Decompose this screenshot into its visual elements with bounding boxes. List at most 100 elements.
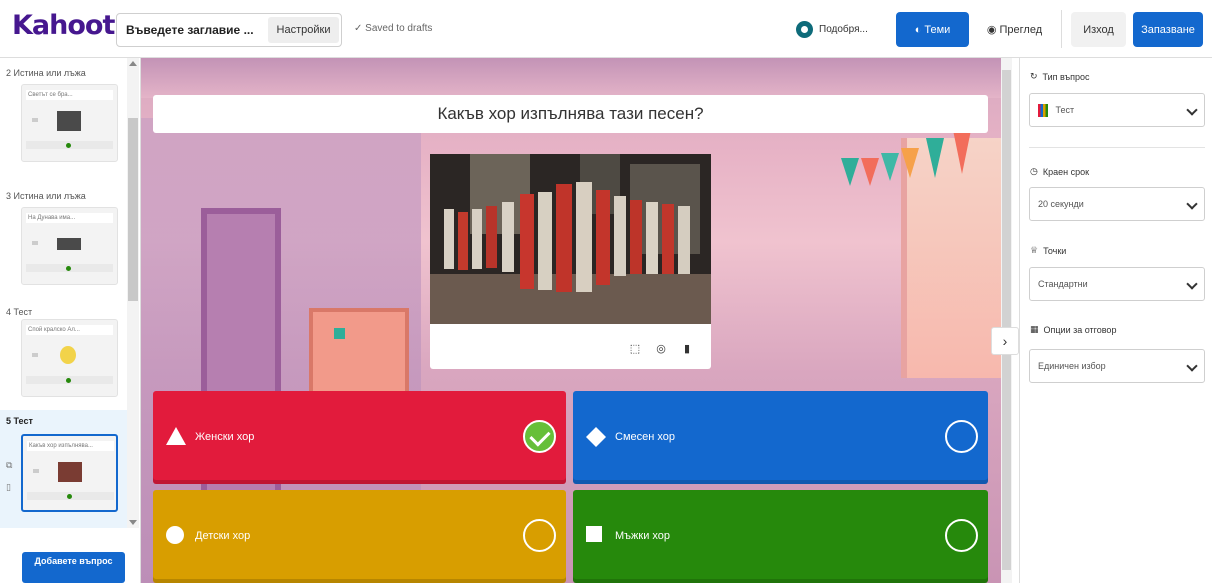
media-card[interactable]: ⬚ ◎ ▮ xyxy=(430,154,711,369)
slide-thumbnail[interactable]: Светът се бра... xyxy=(21,84,118,162)
options-icon: ▦ xyxy=(1030,324,1039,334)
settings-panel: ↻ Тип въпрос Тест ◷ Краен срок 20 секунд… xyxy=(1019,58,1212,583)
answer-options-label: Опции за отговор xyxy=(1043,324,1117,335)
slide-thumbnail[interactable]: Спой кралско Ал... xyxy=(21,319,118,397)
slide-title: 2 Истина или лъжа xyxy=(6,68,86,78)
thumb-dot xyxy=(66,266,71,271)
slide-item[interactable]: 3 Истина или лъжа На Дунава има... xyxy=(0,191,127,309)
background-note xyxy=(334,328,345,339)
slide-item-active[interactable]: 5 Тест ⧉ ▯ Какъв хор изпълнява... xyxy=(0,410,127,528)
media-toolbar: ⬚ ◎ ▮ xyxy=(626,340,696,358)
bunting-flag xyxy=(861,158,879,186)
settings-button[interactable]: Настройки xyxy=(268,17,339,43)
eye-icon: ◉ xyxy=(986,24,997,36)
divider xyxy=(1061,10,1062,48)
thumb-dot xyxy=(66,378,71,383)
points-value: Стандартни xyxy=(1038,279,1088,289)
question-title[interactable]: Какъв хор изпълнява тази песен? xyxy=(153,95,988,133)
thumb-marker xyxy=(33,469,39,473)
clock-icon: ◷ xyxy=(1030,166,1038,176)
slide-thumbnail[interactable]: На Дунава има... xyxy=(21,207,118,285)
answer-4-text[interactable]: Мъжки хор xyxy=(615,530,670,542)
answer-3-text[interactable]: Детски хор xyxy=(195,530,250,542)
points-select[interactable]: Стандартни xyxy=(1029,267,1205,301)
thumb-dot xyxy=(67,494,72,499)
top-bar: Kahoot! Въведете заглавие ... Настройки … xyxy=(0,0,1212,58)
quiz-icon xyxy=(1038,104,1048,118)
thumb-question: На Дунава има... xyxy=(26,213,113,223)
themes-label: Теми xyxy=(924,23,951,36)
answer-options-select[interactable]: Единичен избор xyxy=(1029,349,1205,383)
theme-icon xyxy=(796,20,813,38)
time-limit-select[interactable]: 20 секунди xyxy=(1029,187,1205,221)
answer-1-text[interactable]: Женски хор xyxy=(195,431,254,443)
correct-answer-toggle[interactable] xyxy=(523,420,556,453)
preview-button[interactable]: ◉ Преглед xyxy=(976,12,1053,47)
slide-title: 3 Истина или лъжа xyxy=(6,191,86,201)
answer-options-heading: ▦ Опции за отговор xyxy=(1030,324,1116,335)
add-question-button[interactable]: Добавете въпрос xyxy=(22,552,125,583)
title-input[interactable]: Въведете заглавие ... Настройки xyxy=(116,13,342,47)
thumb-marker xyxy=(32,118,38,122)
points-icon: ♕ xyxy=(1030,245,1039,255)
thumb-question: Светът се бра... xyxy=(26,90,113,100)
canvas-scrollbar[interactable] xyxy=(1001,58,1012,583)
correct-answer-toggle[interactable] xyxy=(945,420,978,453)
thumb-marker xyxy=(32,241,38,245)
palette-icon: ◐ xyxy=(914,23,922,36)
kahoot-logo[interactable]: Kahoot! xyxy=(12,10,127,41)
slide-title: 5 Тест xyxy=(6,416,33,426)
crop-icon[interactable]: ⬚ xyxy=(626,340,644,358)
scroll-down-icon[interactable] xyxy=(129,520,137,525)
bunting-flag xyxy=(841,158,859,186)
time-limit-label: Краен срок xyxy=(1042,166,1090,177)
exit-button[interactable]: Изход xyxy=(1071,12,1126,47)
circle-icon xyxy=(166,526,184,544)
time-limit-value: 20 секунди xyxy=(1038,199,1084,209)
thumb-question: Какъв хор изпълнява... xyxy=(27,441,114,451)
saved-status: ✓ Saved to drafts xyxy=(354,23,433,34)
bunting-flag xyxy=(881,153,899,181)
theme-label: Подобря... xyxy=(819,23,868,35)
themes-button[interactable]: ◐ Теми xyxy=(896,12,969,47)
answer-3[interactable]: Детски хор xyxy=(153,490,566,583)
bunting-flag xyxy=(901,148,919,178)
bunting-flag xyxy=(953,130,971,174)
replace-icon[interactable]: ◎ xyxy=(652,340,670,358)
slide-thumbnail[interactable]: Какъв хор изпълнява... xyxy=(21,434,118,512)
correct-answer-toggle[interactable] xyxy=(945,519,978,552)
sidebar-scrollbar[interactable] xyxy=(127,58,139,528)
slide-item[interactable]: 4 Тест Спой кралско Ал... xyxy=(0,307,127,417)
points-label: Точки xyxy=(1043,245,1067,256)
delete-icon[interactable]: ▯ xyxy=(6,482,16,493)
slide-title: 4 Тест xyxy=(6,307,33,317)
trash-icon[interactable]: ▮ xyxy=(678,340,696,358)
answer-2[interactable]: Смесен хор xyxy=(573,391,988,484)
correct-answer-toggle[interactable] xyxy=(523,519,556,552)
chevron-down-icon xyxy=(1186,278,1198,290)
answer-options-value: Единичен избор xyxy=(1038,361,1106,371)
question-type-select[interactable]: Тест xyxy=(1029,93,1205,127)
title-input-text: Въведете заглавие ... xyxy=(126,23,254,37)
canvas-scroll-thumb[interactable] xyxy=(1002,70,1011,570)
question-canvas: Какъв хор изпълнява тази песен? ⬚ ◎ ▮ Же… xyxy=(141,58,1001,583)
answer-1[interactable]: Женски хор xyxy=(153,391,566,484)
points-heading: ♕ Точки xyxy=(1030,245,1066,256)
question-type-icon: ↻ xyxy=(1030,71,1038,81)
chevron-down-icon xyxy=(1186,198,1198,210)
chevron-down-icon xyxy=(1186,104,1198,116)
choir-photo xyxy=(430,154,711,324)
triangle-icon xyxy=(166,427,186,445)
answer-4[interactable]: Мъжки хор xyxy=(573,490,988,583)
theme-selector[interactable]: Подобря... xyxy=(796,17,868,41)
collapse-panel-button[interactable]: › xyxy=(991,327,1019,355)
question-type-heading: ↻ Тип въпрос xyxy=(1030,71,1090,82)
save-button[interactable]: Запазване xyxy=(1133,12,1203,47)
thumb-marker xyxy=(32,353,38,357)
divider xyxy=(1029,147,1205,148)
slide-item[interactable]: 2 Истина или лъжа Светът се бра... xyxy=(0,68,127,186)
answer-2-text[interactable]: Смесен хор xyxy=(615,431,675,443)
scroll-thumb[interactable] xyxy=(128,118,138,301)
scroll-up-icon[interactable] xyxy=(129,61,137,66)
duplicate-icon[interactable]: ⧉ xyxy=(6,460,16,471)
